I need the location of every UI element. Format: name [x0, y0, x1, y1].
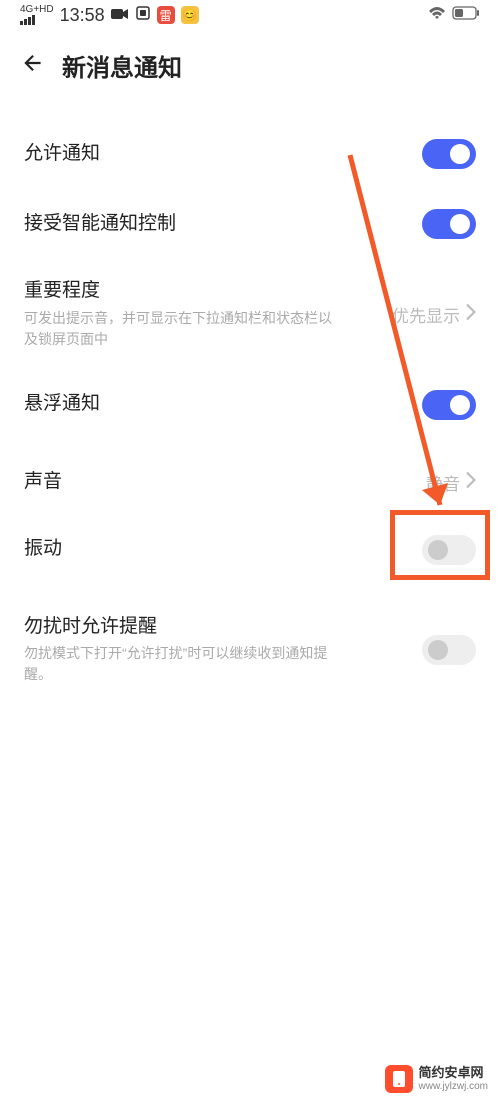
row-allow-notifications[interactable]: 允许通知: [0, 119, 500, 189]
toggle-allow-notifications[interactable]: [422, 139, 476, 169]
watermark-logo-icon: [385, 1065, 413, 1093]
signal-bars-icon: [20, 15, 35, 25]
battery-icon: [452, 6, 480, 24]
network-indicator: 4G+HD: [20, 5, 54, 25]
label-smart-control: 接受智能通知控制: [24, 212, 422, 237]
camera-icon: [111, 7, 129, 24]
wifi-icon: [428, 6, 446, 24]
toggle-dnd[interactable]: [422, 635, 476, 665]
value-sound: 静音: [426, 470, 460, 495]
row-smart-control[interactable]: 接受智能通知控制: [0, 189, 500, 259]
label-allow-notifications: 允许通知: [24, 142, 422, 167]
toggle-smart-control[interactable]: [422, 209, 476, 239]
label-importance: 重要程度: [24, 279, 392, 304]
chevron-right-icon: [466, 304, 476, 325]
clock: 13:58: [60, 5, 105, 26]
row-vibration[interactable]: 振动: [0, 515, 500, 585]
page-header: 新消息通知: [0, 30, 500, 99]
row-sound[interactable]: 声音 静音: [0, 450, 500, 515]
row-importance[interactable]: 重要程度 可发出提示音，并可显示在下拉通知栏和状态栏以及锁屏页面中 优先显示: [0, 259, 500, 370]
toggle-floating[interactable]: [422, 390, 476, 420]
label-floating: 悬浮通知: [24, 392, 422, 417]
desc-importance: 可发出提示音，并可显示在下拉通知栏和状态栏以及锁屏页面中: [24, 308, 344, 350]
watermark-title: 简约安卓网: [419, 1066, 488, 1081]
watermark-url: www.jylzwj.com: [419, 1081, 488, 1093]
label-dnd: 勿扰时允许提醒: [24, 615, 422, 640]
row-dnd[interactable]: 勿扰时允许提醒 勿扰模式下打开“允许打扰”时可以继续收到通知提醒。: [0, 595, 500, 706]
chevron-right-icon: [466, 472, 476, 493]
settings-list: 允许通知 接受智能通知控制 重要程度 可发出提示音，并可显示在下拉通知栏和状态栏…: [0, 99, 500, 705]
desc-dnd: 勿扰模式下打开“允许打扰”时可以继续收到通知提醒。: [24, 643, 344, 685]
toggle-vibration[interactable]: [422, 535, 476, 565]
app-badge-1: 雷: [157, 6, 175, 24]
value-importance: 优先显示: [392, 302, 460, 327]
screenshot-icon: [135, 5, 151, 25]
status-bar: 4G+HD 13:58 雷 😊: [0, 0, 500, 30]
status-left: 4G+HD 13:58 雷 😊: [20, 5, 199, 26]
back-arrow-icon[interactable]: [20, 50, 46, 81]
page-title: 新消息通知: [62, 48, 182, 83]
row-floating[interactable]: 悬浮通知: [0, 370, 500, 440]
network-label: 4G+HD: [20, 5, 54, 15]
label-sound: 声音: [24, 470, 426, 495]
label-vibration: 振动: [24, 537, 422, 562]
app-badge-2: 😊: [181, 6, 199, 24]
status-right: [428, 6, 480, 24]
watermark: 简约安卓网 www.jylzwj.com: [385, 1065, 488, 1093]
